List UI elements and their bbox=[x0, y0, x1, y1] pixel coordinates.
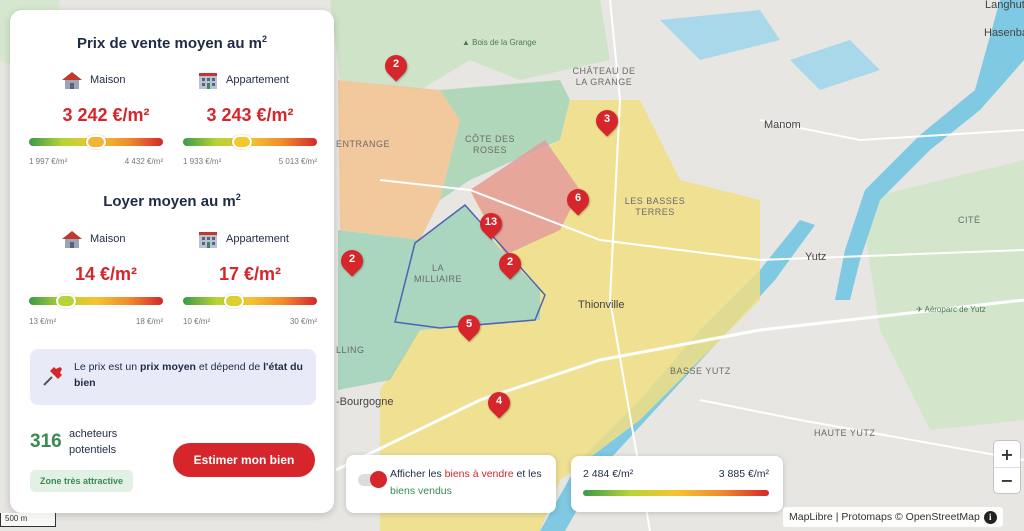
info-icon[interactable]: i bbox=[983, 510, 997, 524]
toggle-card: Afficher les biens à vendre et les biens… bbox=[346, 455, 556, 513]
apartment-icon bbox=[199, 73, 217, 89]
map-pin[interactable]: 4 bbox=[483, 387, 515, 422]
price-info-box: Le prix est un prix moyen et dépend de l… bbox=[30, 349, 316, 405]
map-label-cite: CITÉ bbox=[958, 215, 981, 225]
gauge-knob bbox=[232, 135, 253, 149]
price-info-text: Le prix est un prix moyen et dépend de l… bbox=[74, 361, 303, 389]
sale-apartment-range: 1 933 €/m² 5 013 €/m² bbox=[183, 157, 317, 166]
map-label-entrange: ENTRANGE bbox=[336, 139, 391, 149]
map-label-basses-terres: LES BASSES TERRES bbox=[624, 196, 686, 217]
buyers-label: acheteurs potentiels bbox=[69, 428, 118, 456]
sale-house-range: 1 997 €/m² 4 432 €/m² bbox=[29, 157, 163, 166]
zoom-in-button[interactable]: + bbox=[994, 441, 1020, 467]
map-label-bois: ▲ Bois de la Grange bbox=[462, 38, 537, 47]
map-scale: 500 m bbox=[0, 513, 56, 527]
map-label-yutz: Yutz bbox=[805, 251, 827, 263]
apartment-icon bbox=[199, 232, 217, 248]
pushpin-icon bbox=[43, 367, 62, 386]
legend-card: 2 484 €/m² 3 885 €/m² bbox=[571, 456, 783, 512]
map-pin[interactable]: 2 bbox=[494, 248, 526, 283]
toggle-knob bbox=[370, 471, 387, 488]
map-label-aeroparc: ✈ Aéroparc de Yutz bbox=[916, 305, 986, 314]
buyers-count: 316 bbox=[30, 431, 62, 452]
map-label-haute-yutz: HAUTE YUTZ bbox=[814, 428, 876, 438]
zone-badge: Zone très attractive bbox=[30, 470, 134, 492]
toggle-label: Afficher les biens à vendre et les biens… bbox=[390, 468, 542, 497]
map-attribution: MapLibre | Protomaps © OpenStreetMap i bbox=[783, 507, 1003, 527]
rent-house-range: 13 €/m² 18 €/m² bbox=[29, 317, 163, 326]
house-icon bbox=[62, 72, 82, 89]
gauge-knob bbox=[56, 294, 77, 308]
price-panel: Prix de vente moyen au m2 Maison Apparte… bbox=[10, 10, 334, 513]
estimate-button[interactable]: Estimer mon bien bbox=[173, 443, 315, 477]
map-label-lling: LLING bbox=[336, 345, 365, 355]
gauge-knob bbox=[86, 135, 106, 149]
map-label-hasenbach: Hasenba bbox=[984, 27, 1024, 39]
rent-house-kind: Maison bbox=[60, 229, 125, 249]
map-pin[interactable]: 2 bbox=[380, 50, 412, 85]
map-pin[interactable]: 13 bbox=[475, 208, 507, 243]
rent-apartment-price: 17 €/m² bbox=[218, 264, 282, 284]
gauge-knob bbox=[224, 294, 245, 308]
map-label-bourgogne: -Bourgogne bbox=[336, 396, 394, 408]
rent-apartment-kind: Appartement bbox=[196, 229, 289, 249]
rent-title: Loyer moyen au m2 bbox=[103, 192, 241, 210]
legend-values: 2 484 €/m² 3 885 €/m² bbox=[583, 468, 769, 480]
map-label-thionville: Thionville bbox=[578, 299, 625, 311]
map-pin[interactable]: 2 bbox=[336, 245, 368, 280]
map-label-chateau: CHÂTEAU DE LA GRANGE bbox=[572, 66, 636, 87]
sale-house-kind: Maison bbox=[60, 70, 125, 90]
house-icon bbox=[62, 231, 82, 248]
map-label-cote-des-roses: CÔTE DES ROSES bbox=[464, 134, 515, 155]
map-pin[interactable]: 3 bbox=[591, 105, 623, 140]
rent-house-price: 14 €/m² bbox=[74, 264, 138, 284]
map-label-langhuth: Langhuth bbox=[985, 0, 1024, 11]
legend-gradient bbox=[583, 490, 769, 496]
attribution-text[interactable]: MapLibre | Protomaps © OpenStreetMap bbox=[789, 507, 980, 527]
map-label-basse-yutz: BASSE YUTZ bbox=[670, 366, 731, 376]
map-pin[interactable]: 5 bbox=[453, 310, 485, 345]
map-label-manom: Manom bbox=[764, 119, 801, 131]
map-pin[interactable]: 6 bbox=[562, 184, 594, 219]
sale-title: Prix de vente moyen au m2 bbox=[76, 34, 268, 52]
zoom-out-button[interactable]: − bbox=[994, 467, 1020, 493]
rent-house-gauge bbox=[29, 294, 163, 308]
rent-apartment-range: 10 €/m² 30 €/m² bbox=[183, 317, 317, 326]
sale-apartment-kind: Appartement bbox=[196, 70, 289, 90]
sale-house-gauge bbox=[29, 135, 163, 149]
sale-house-price: 3 242 €/m² bbox=[62, 105, 150, 125]
map-label-milliaire: LA MILLIAIRE bbox=[413, 263, 462, 284]
sale-apartment-gauge bbox=[183, 135, 317, 149]
show-listings-toggle[interactable] bbox=[358, 471, 387, 488]
rent-apartment-gauge bbox=[183, 294, 317, 308]
zoom-control: + − bbox=[994, 441, 1020, 493]
sale-apartment-price: 3 243 €/m² bbox=[206, 105, 294, 125]
